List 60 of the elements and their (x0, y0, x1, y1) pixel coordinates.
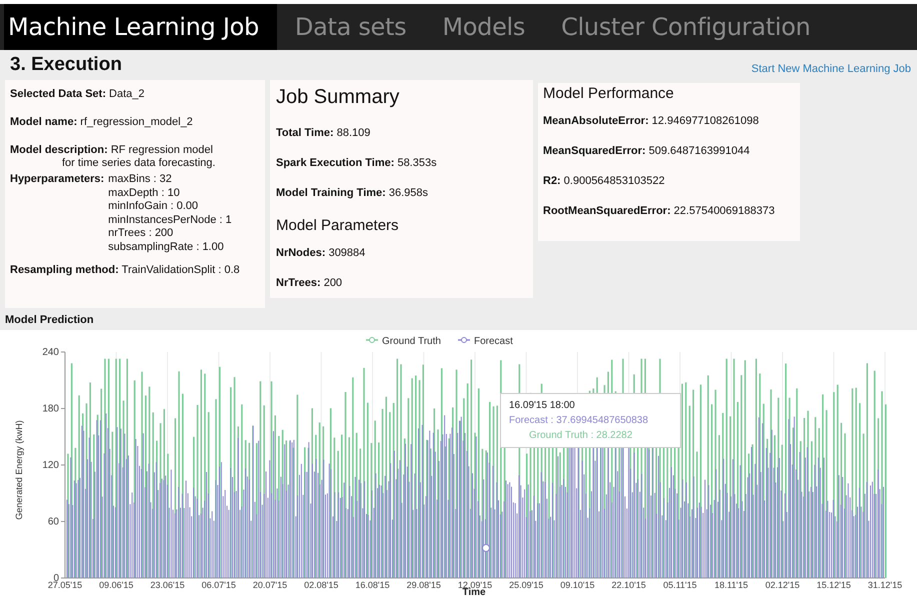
x-tick-label: 12.09'15 (458, 580, 492, 590)
x-tick-label: 05.11'15 (663, 580, 697, 590)
x-tick-label: 22.10'15 (612, 580, 646, 590)
x-tick-label: 31.12'15 (868, 580, 902, 590)
nav-tab[interactable]: Data sets (276, 4, 424, 50)
x-tick-label: 16.08'15 (355, 580, 390, 590)
detail-text: for time series data forecasting. (61, 157, 216, 169)
metric-text: MeanAbsoluteError: 12.946977108261098 (543, 115, 760, 127)
y-tick-label: 60 (48, 516, 59, 528)
parameter-text: NrNodes: 309884 (276, 247, 366, 259)
metric-text: R2: 0.900564853103522 (543, 175, 666, 187)
y-tick-label: 240 (42, 347, 59, 358)
tooltip-text: Forecast : 37.69945487650838 (509, 414, 649, 428)
x-tick-label: 25.09'15 (509, 580, 544, 590)
hover-point-icon (482, 544, 490, 552)
detail-value: minInstancesPerNode : 1 (108, 214, 232, 227)
detail-text: Selected Data Set: Data_2 (10, 88, 146, 100)
detail-text: Resampling method: TrainValidationSplit : 0.8 (10, 264, 241, 276)
legend-label: Forecast (474, 336, 513, 347)
x-tick-label: 27.05'15 (48, 580, 82, 590)
y-axis-label: Generated Energy (kwH) (14, 420, 24, 520)
nav-tab[interactable]: Machine Learning Job (4, 4, 277, 50)
section-title: Model Prediction (5, 314, 94, 326)
x-tick-label: 18.11'15 (714, 580, 748, 590)
x-tick-label: 23.06'15 (150, 580, 185, 590)
y-tick-label: 180 (42, 404, 59, 414)
x-tick-label: 20.07'15 (252, 580, 288, 590)
metric-text: RootMeanSquaredError: 22.57540069188373 (543, 205, 776, 217)
summary-text: Spark Execution Time: 58.353s (276, 157, 438, 169)
summary-text: Total Time: 88.109 (276, 127, 372, 139)
detail-value: subsamplingRate : 1.00 (108, 240, 225, 254)
tooltip-text: Ground Truth : 28.2282 (528, 429, 634, 443)
detail-value: maxBins : 32 (108, 173, 173, 186)
x-tick-label: 15.12'15 (816, 580, 851, 590)
card-title: Model Performance (543, 85, 675, 102)
x-tick-label: 29.08'15 (406, 580, 441, 590)
x-tick-label: 09.06'15 (99, 580, 134, 590)
card-title: Model Parameters (276, 217, 400, 234)
nav-tab[interactable]: Cluster Configuration (543, 4, 828, 50)
x-tick-label: 02.12'15 (765, 580, 800, 590)
new-job-link[interactable]: Start New Machine Learning Job (751, 63, 911, 75)
x-tick-label: 06.07'15 (202, 580, 236, 590)
nav-tab[interactable]: Models (424, 4, 544, 50)
detail-text: Model description: RF regression model (10, 144, 214, 156)
y-tick-label: 120 (42, 460, 59, 471)
x-tick-label: 09.10'15 (560, 580, 595, 590)
summary-text: Model Training Time: 36.958s (276, 187, 430, 199)
x-axis-label: Time (462, 587, 486, 598)
legend-label: Ground Truth (382, 336, 441, 347)
detail-label: Hyperparameters: (10, 173, 104, 187)
tooltip-title: 16.09'15 18:00 (509, 399, 576, 413)
page-heading: 3. Execution (10, 54, 122, 76)
x-tick-label: 02.08'15 (304, 580, 338, 590)
metric-text: MeanSquaredError: 509.6487163991044 (543, 145, 751, 157)
card-title: Job Summary (276, 86, 400, 109)
detail-value: nrTrees : 200 (108, 227, 174, 240)
detail-text: Model name: rf_regression_model_2 (10, 116, 194, 128)
detail-value: minInfoGain : 0.00 (108, 200, 200, 214)
parameter-text: NrTrees: 200 (276, 277, 344, 289)
detail-value: maxDepth : 10 (108, 186, 181, 200)
